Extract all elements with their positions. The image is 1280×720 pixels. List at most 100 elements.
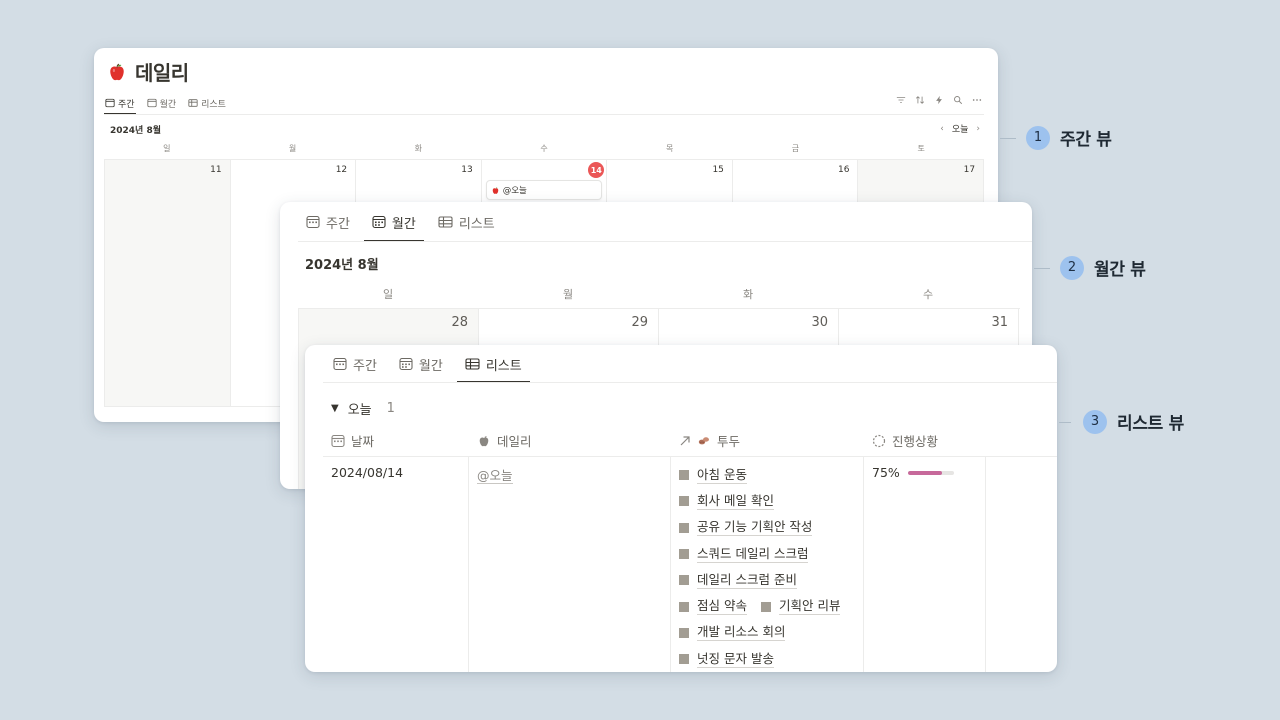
tab-monthly[interactable]: 월간 — [397, 345, 445, 383]
todo-item[interactable]: 개발 리소스 회의 — [679, 624, 863, 642]
calendar-week-icon — [333, 357, 347, 371]
column-label: 데일리 — [497, 434, 532, 449]
todo-square-icon — [679, 522, 689, 533]
tab-list[interactable]: 리스트 — [456, 345, 530, 383]
date-cell[interactable]: 2024/08/14 — [323, 457, 469, 672]
tab-weekly[interactable]: 주간 — [304, 202, 352, 242]
day-number: 12 — [335, 165, 348, 175]
column-label: 투두 — [717, 434, 741, 449]
tab-label: 주간 — [326, 216, 350, 232]
relation-arrow-icon — [680, 435, 690, 445]
day-cell[interactable]: 11 — [105, 160, 231, 406]
table-icon — [465, 358, 480, 370]
table-icon — [438, 216, 453, 228]
table-header: 날짜 데일리 투두 진행상황 — [323, 425, 1057, 457]
todo-item[interactable]: 공유 기능 기획안 작성 — [679, 519, 863, 537]
calendar-month-icon — [372, 215, 386, 229]
lightning-icon[interactable] — [934, 95, 944, 105]
todo-square-icon — [679, 575, 689, 586]
callout-label: 월간 뷰 — [1094, 260, 1146, 280]
todo-item[interactable]: 점심 약속 — [679, 597, 747, 616]
list-view-card: 주간 월간 리스트 ▼ 오늘 1 날짜 데일리 투두 진행상황 2024/08/… — [305, 345, 1057, 672]
todo-label: 아침 운동 — [697, 466, 747, 484]
callout-label: 리스트 뷰 — [1117, 414, 1184, 434]
daily-mention[interactable]: @오늘 — [477, 468, 513, 484]
tab-monthly[interactable]: 월간 — [363, 202, 424, 242]
table-row[interactable]: 2024/08/14 @오늘 아침 운동 회사 메일 확인 공유 기능 기획안 … — [323, 457, 1057, 672]
weekday-label: 목 — [666, 144, 674, 153]
tab-weekly[interactable]: 주간 — [104, 92, 136, 115]
tab-label: 리스트 — [485, 358, 522, 374]
tab-weekly[interactable]: 주간 — [331, 345, 379, 383]
tab-label: 월간 — [391, 216, 416, 232]
column-header-progress[interactable]: 진행상황 — [864, 425, 986, 456]
todo-label: 공유 기능 기획안 작성 — [697, 519, 813, 537]
todo-square-icon — [679, 627, 689, 638]
column-label: 진행상황 — [892, 434, 939, 449]
chevron-left-icon[interactable]: ‹ — [940, 124, 944, 134]
weekday-label: 토 — [917, 144, 925, 153]
calendar-month-icon — [146, 98, 157, 108]
progress-text: 75% — [872, 465, 900, 480]
column-header-todo[interactable]: 투두 — [671, 425, 864, 456]
todo-list: 아침 운동 회사 메일 확인 공유 기능 기획안 작성 스쿼드 데일리 스크럼 … — [679, 465, 863, 668]
more-icon[interactable] — [972, 95, 982, 105]
callout-number-badge: 3 — [1083, 409, 1107, 434]
todo-square-icon — [679, 549, 689, 560]
filter-icon[interactable] — [896, 95, 906, 105]
day-number: 29 — [631, 315, 648, 330]
todo-label: 회사 메일 확인 — [697, 492, 774, 510]
calendar-week-icon — [306, 215, 320, 229]
tab-list[interactable]: 리스트 — [187, 92, 227, 114]
weekday-label: 일 — [382, 288, 394, 301]
callout-line — [1000, 138, 1016, 139]
todo-square-icon — [760, 601, 771, 612]
toolbar — [896, 95, 982, 105]
tab-label: 주간 — [353, 358, 377, 374]
column-label: 날짜 — [351, 434, 375, 449]
todo-item[interactable]: 기획안 리뷰 — [760, 597, 841, 616]
todo-cell[interactable]: 아침 운동 회사 메일 확인 공유 기능 기획안 작성 스쿼드 데일리 스크럼 … — [671, 457, 864, 672]
month-label: 2024년 8월 — [305, 258, 379, 273]
group-label: 오늘 — [347, 403, 372, 418]
divider — [104, 114, 984, 115]
todo-item[interactable]: 스쿼드 데일리 스크럼 — [679, 545, 863, 563]
weekday-label: 수 — [540, 144, 548, 153]
todo-item[interactable]: 아침 운동 — [679, 466, 863, 484]
weekday-label: 일 — [163, 144, 171, 153]
search-icon[interactable] — [953, 95, 963, 105]
tab-label: 주간 — [118, 99, 135, 110]
view-tabs: 주간 월간 리스트 — [331, 345, 530, 383]
tab-list[interactable]: 리스트 — [436, 202, 497, 242]
sort-icon[interactable] — [915, 95, 925, 105]
todo-label: 점심 약속 — [697, 598, 747, 616]
todo-item[interactable]: 데일리 스크럼 준비 — [679, 571, 863, 589]
divider — [298, 241, 1032, 242]
progress-bar — [907, 470, 954, 475]
daily-cell[interactable]: @오늘 — [469, 457, 671, 672]
weekday-label: 금 — [791, 144, 800, 153]
day-number: 31 — [991, 315, 1008, 330]
day-number: 28 — [451, 315, 468, 330]
tab-label: 리스트 — [201, 99, 226, 110]
month-label: 2024년 8월 — [110, 126, 162, 136]
calendar-week-icon — [105, 98, 115, 108]
chevron-right-icon[interactable]: › — [976, 124, 980, 134]
today-button[interactable]: 오늘 — [952, 122, 969, 135]
progress-bar-fill — [907, 470, 943, 475]
weekday-header: 일 월 화 수 목 금 토 — [104, 143, 984, 154]
column-header-daily[interactable]: 데일리 — [469, 425, 671, 456]
progress-cell[interactable]: 75% — [864, 457, 986, 672]
calendar-icon — [331, 434, 345, 447]
day-number: 30 — [811, 315, 828, 330]
todo-item[interactable]: 넛징 문자 발송 — [679, 650, 863, 668]
todo-item[interactable]: 회사 메일 확인 — [679, 492, 863, 510]
triangle-down-icon[interactable]: ▼ — [331, 403, 339, 414]
calendar-event[interactable]: @오늘 — [485, 180, 603, 200]
group-header[interactable]: ▼ 오늘 1 — [331, 399, 395, 418]
tab-label: 리스트 — [458, 216, 495, 232]
event-label: @오늘 — [502, 186, 527, 196]
todo-square-icon — [679, 470, 689, 481]
tab-monthly[interactable]: 월간 — [146, 92, 178, 114]
column-header-date[interactable]: 날짜 — [323, 425, 469, 456]
